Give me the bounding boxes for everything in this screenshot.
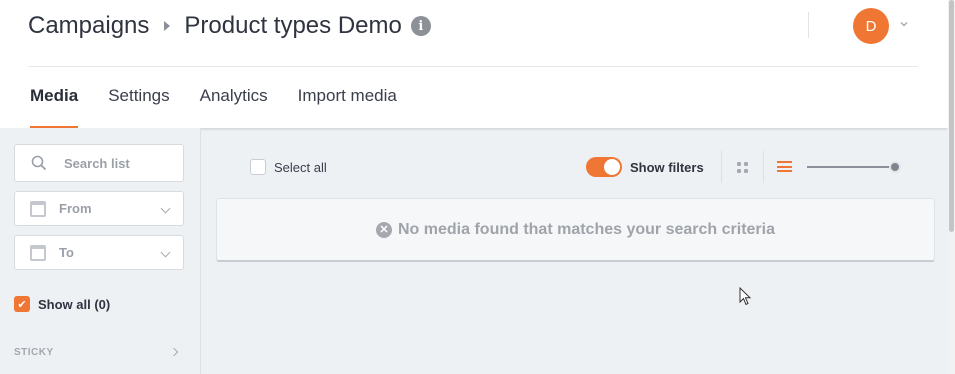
divider [808, 12, 809, 38]
tab-analytics[interactable]: Analytics [200, 86, 268, 128]
empty-state: ✕ No media found that matches your searc… [216, 198, 935, 262]
search-input[interactable]: Search list [14, 144, 184, 182]
checkmark-icon: ✔ [14, 296, 30, 312]
slider-thumb[interactable] [889, 161, 901, 173]
grid-view-icon[interactable] [737, 162, 748, 173]
divider [28, 66, 918, 67]
scrollbar[interactable] [948, 0, 955, 374]
tab-bar: Media Settings Analytics Import media [30, 86, 427, 128]
toggle-knob [604, 159, 620, 175]
chevron-down-icon[interactable] [900, 20, 908, 28]
breadcrumb-campaigns-link[interactable]: Campaigns [28, 12, 149, 40]
breadcrumb: Campaigns Product types Demo i [28, 10, 431, 42]
close-circle-icon: ✕ [376, 221, 392, 238]
from-label: From [59, 201, 92, 216]
divider [763, 151, 764, 183]
chevron-right-icon[interactable] [169, 347, 179, 357]
scrollbar-thumb[interactable] [949, 0, 954, 232]
chevron-down-icon [160, 247, 171, 258]
calendar-icon [30, 200, 46, 217]
page-title: Product types Demo [184, 12, 402, 39]
tab-import-media[interactable]: Import media [298, 86, 397, 128]
tab-media[interactable]: Media [30, 86, 79, 128]
to-label: To [59, 245, 74, 260]
from-date-select[interactable]: From [14, 191, 184, 226]
tab-settings[interactable]: Settings [108, 86, 169, 128]
checkbox-box [250, 159, 266, 175]
select-all-label: Select all [274, 159, 327, 175]
section-sticky-header[interactable]: STICKY [14, 347, 54, 358]
select-all-checkbox[interactable]: Select all [250, 159, 327, 175]
caret-right-icon [164, 21, 171, 31]
list-view-icon[interactable] [777, 161, 792, 172]
empty-state-message: No media found that matches your search … [398, 220, 775, 238]
sidebar: Search list From To ✔ Show all (0) STICK… [0, 128, 201, 374]
info-icon[interactable]: i [410, 16, 431, 36]
calendar-icon [30, 244, 46, 261]
header: Campaigns Product types Demo i D Media S… [0, 0, 948, 128]
show-filters-label: Show filters [630, 160, 704, 175]
thumbnail-size-slider[interactable] [807, 161, 901, 173]
show-filters-toggle[interactable] [586, 157, 622, 177]
show-all-label: Show all (0) [38, 296, 111, 312]
avatar[interactable]: D [853, 8, 889, 44]
mouse-cursor-icon [739, 287, 752, 306]
divider [721, 151, 722, 183]
to-date-select[interactable]: To [14, 235, 184, 270]
search-placeholder: Search list [64, 155, 130, 171]
chevron-down-icon [160, 203, 171, 214]
search-icon [31, 155, 47, 171]
show-all-checkbox[interactable]: ✔ Show all (0) [14, 296, 110, 312]
